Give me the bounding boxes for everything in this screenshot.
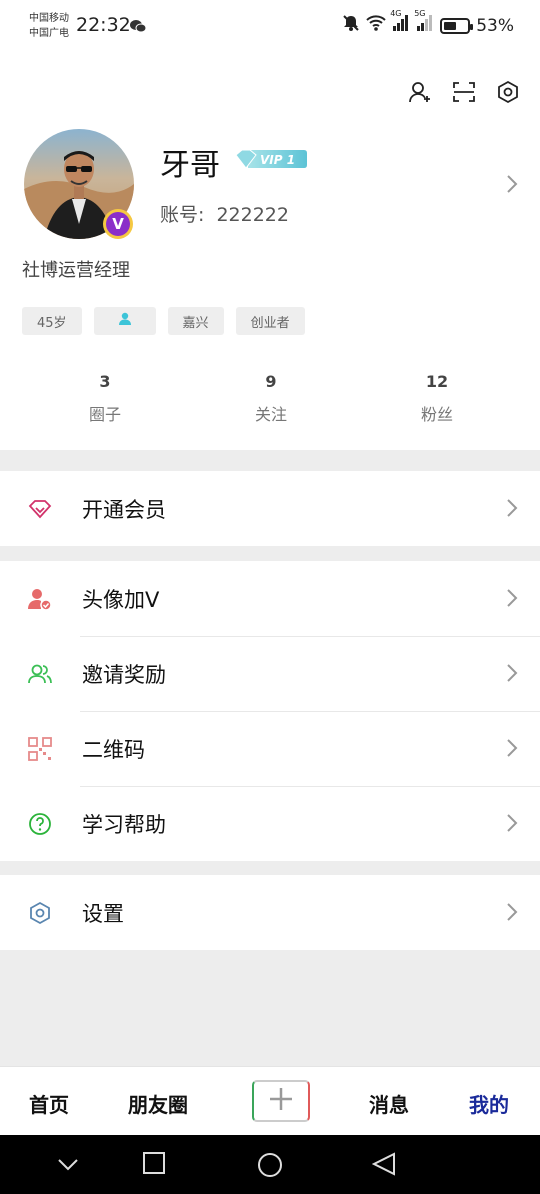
wechat-icon [130, 18, 147, 37]
job-title: 社博运营经理 [22, 260, 130, 281]
chevron-right-icon [506, 588, 518, 612]
status-time: 22:32 [76, 14, 131, 36]
top-actions [408, 80, 520, 104]
menu-group-settings: 设置 [0, 875, 540, 950]
battery-icon [440, 17, 474, 34]
carrier-info: 中国移动 中国广电 [29, 11, 69, 41]
settings-icon[interactable] [496, 80, 520, 104]
nav-moments[interactable]: 朋友圈 [128, 1089, 188, 1118]
menu-item-settings[interactable]: 设置 [0, 875, 540, 950]
wifi-icon [366, 15, 386, 36]
collapse-chevron-icon[interactable] [57, 1157, 79, 1176]
chevron-right-icon [506, 902, 518, 926]
stat-value: 3 [99, 372, 111, 391]
stat-label: 圈子 [88, 405, 121, 424]
account-line: 账号: 222222 [160, 200, 289, 227]
vip-level-text: VIP 1 [260, 153, 295, 167]
profile-name: 牙哥 [160, 148, 220, 183]
user-verify-icon [28, 587, 52, 611]
menu-label: 头像加V [82, 587, 160, 612]
nav-messages[interactable]: 消息 [369, 1089, 409, 1118]
nav-mine[interactable]: 我的 [469, 1089, 509, 1118]
home-circle-icon[interactable] [257, 1152, 283, 1182]
users-icon [28, 662, 52, 686]
profile-chevron-right-icon[interactable] [506, 174, 518, 198]
stat-followers[interactable]: 12 粉丝 [354, 372, 520, 425]
diamond-icon [28, 497, 52, 521]
tag-role: 创业者 [235, 307, 305, 335]
stat-circles[interactable]: 3 圈子 [22, 372, 188, 425]
v-mark-icon: V [106, 212, 130, 236]
menu-item-help[interactable]: 学习帮助 [0, 786, 540, 861]
chevron-right-icon [506, 663, 518, 687]
carrier-2: 中国广电 [29, 28, 69, 39]
chevron-right-icon [506, 813, 518, 837]
menu-label: 设置 [82, 901, 124, 926]
menu-item-qrcode[interactable]: 二维码 [0, 711, 540, 786]
scan-icon[interactable] [452, 80, 476, 104]
publish-button[interactable] [252, 1080, 310, 1122]
settings-hexagon-icon [28, 901, 52, 925]
stat-following[interactable]: 9 关注 [188, 372, 354, 425]
menu-item-avatar-v[interactable]: 头像加V [0, 561, 540, 636]
signal-icon-1: 4G [390, 9, 410, 36]
plus-icon [268, 1086, 294, 1116]
battery-percent: 53% [476, 15, 514, 36]
profile-tags: 45岁 嘉兴 创业者 [22, 307, 305, 335]
stat-value: 12 [425, 372, 449, 391]
stat-label: 粉丝 [420, 405, 453, 424]
menu-label: 学习帮助 [82, 812, 166, 837]
battery-fill [444, 21, 457, 30]
menu-group-tools: 头像加V 邀请奖励 二维码 学习帮助 [0, 561, 540, 861]
chevron-right-icon [506, 498, 518, 522]
status-bar: 中国移动 中国广电 22:32 4G 5G 53% [0, 0, 540, 54]
menu-label: 邀请奖励 [82, 662, 166, 687]
profile-stats: 3 圈子 9 关注 12 粉丝 [0, 372, 540, 425]
help-icon [28, 812, 52, 836]
recent-apps-icon[interactable] [143, 1152, 165, 1178]
stat-value: 9 [265, 372, 277, 391]
vip-badge[interactable]: VIP 1 [234, 148, 308, 174]
chevron-right-icon [506, 738, 518, 762]
stat-label: 关注 [254, 405, 287, 424]
account-label: 账号: [160, 204, 205, 226]
person-icon [118, 312, 132, 330]
account-value: 222222 [216, 204, 289, 226]
network-type-2: 5G [414, 9, 426, 18]
status-icons: 4G 5G 53% [342, 9, 514, 37]
verified-v-badge: V [103, 209, 133, 239]
menu-label: 二维码 [82, 737, 145, 762]
tag-gender [93, 307, 156, 335]
tag-age: 45岁 [22, 307, 82, 335]
network-type-1: 4G [390, 9, 402, 18]
system-nav-bar [0, 1135, 540, 1194]
back-triangle-icon[interactable] [371, 1152, 396, 1180]
menu-group-membership: 开通会员 [0, 471, 540, 546]
add-friend-icon[interactable] [408, 80, 432, 104]
mute-bell-icon [342, 14, 360, 37]
qrcode-icon [28, 737, 52, 761]
menu-label: 开通会员 [82, 497, 166, 522]
bottom-nav: 首页 朋友圈 消息 我的 [0, 1066, 540, 1135]
nav-home[interactable]: 首页 [29, 1089, 69, 1118]
profile-card: V 牙哥 VIP 1 账号: 222222 社博运营经理 45岁 嘉兴 创业者 … [0, 54, 540, 450]
menu-item-membership[interactable]: 开通会员 [0, 471, 540, 546]
carrier-1: 中国移动 [29, 13, 69, 24]
tag-city: 嘉兴 [167, 307, 224, 335]
menu-item-invite[interactable]: 邀请奖励 [0, 636, 540, 711]
signal-icon-2: 5G [414, 9, 434, 36]
